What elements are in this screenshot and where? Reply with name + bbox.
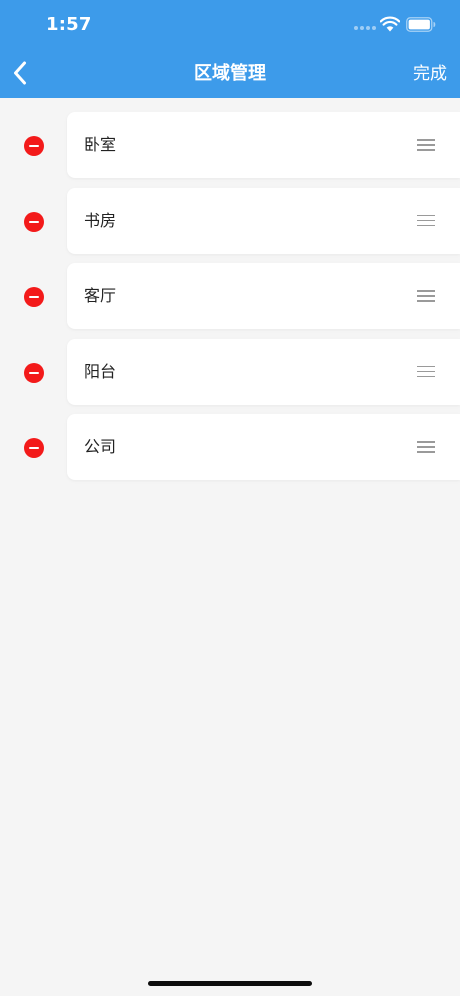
nav-bar: 区域管理 完成 <box>0 50 460 98</box>
minus-circle-icon <box>29 447 39 450</box>
area-card[interactable]: 客厅 <box>67 263 460 330</box>
minus-circle-icon <box>29 145 39 147</box>
area-card[interactable]: 书房 <box>67 187 460 254</box>
area-row: 书房 <box>0 187 460 254</box>
header: 1:57 区域管理 完成 <box>0 0 460 98</box>
area-row: 阳台 <box>0 338 460 405</box>
minus-circle-icon <box>29 371 39 374</box>
area-row: 客厅 <box>0 263 460 330</box>
area-name: 书房 <box>84 210 117 230</box>
drag-handle-icon[interactable] <box>416 288 436 304</box>
area-card[interactable]: 卧室 <box>67 112 460 178</box>
area-name: 客厅 <box>84 286 117 306</box>
signal-dots-icon <box>354 26 378 30</box>
delete-button[interactable] <box>24 362 44 383</box>
delete-button[interactable] <box>24 438 44 459</box>
delete-button[interactable] <box>24 287 44 308</box>
drag-handle-icon[interactable] <box>416 439 436 455</box>
delete-button[interactable] <box>24 136 44 156</box>
area-card[interactable]: 公司 <box>67 414 460 481</box>
delete-button[interactable] <box>24 211 44 232</box>
back-button[interactable] <box>6 58 34 88</box>
home-indicator <box>148 981 312 986</box>
drag-handle-icon[interactable] <box>416 137 436 153</box>
minus-circle-icon <box>29 296 39 299</box>
area-row: 公司 <box>0 414 460 481</box>
drag-handle-icon[interactable] <box>416 364 436 380</box>
area-card[interactable]: 阳台 <box>67 338 460 405</box>
status-time: 1:57 <box>46 14 92 35</box>
area-name: 卧室 <box>84 135 117 154</box>
page-title: 区域管理 <box>194 63 266 84</box>
wifi-icon <box>380 16 400 32</box>
status-bar: 1:57 <box>0 0 460 50</box>
minus-circle-icon <box>29 220 39 223</box>
area-name: 公司 <box>84 437 117 457</box>
chevron-left-icon <box>14 61 26 85</box>
area-list: 卧室 书房 客厅 阳台 公司 <box>0 112 460 490</box>
drag-handle-icon[interactable] <box>416 213 436 229</box>
done-button[interactable]: 完成 <box>413 50 447 98</box>
area-row: 卧室 <box>0 112 460 178</box>
area-name: 阳台 <box>84 361 117 381</box>
battery-icon <box>406 17 436 32</box>
